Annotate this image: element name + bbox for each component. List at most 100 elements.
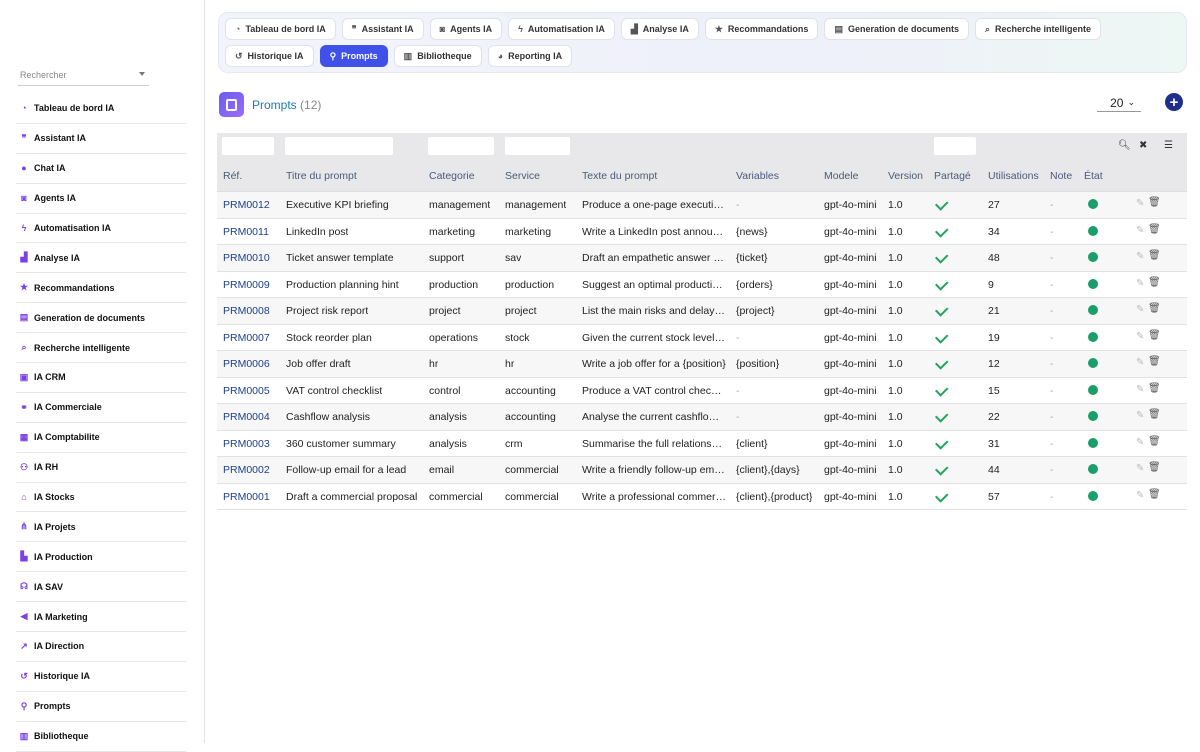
edit-icon[interactable]: ✎ (1136, 251, 1144, 262)
cell-ref[interactable]: PRM0003 (223, 438, 270, 450)
per-page-select[interactable]: 20 ⌄ (1097, 94, 1141, 112)
tab-assistant-ia[interactable]: ❞ Assistant IA (341, 18, 424, 40)
col-variables[interactable]: Variables (736, 170, 779, 182)
cell-ref[interactable]: PRM0006 (223, 358, 270, 370)
sidebar-search-select[interactable]: Rechercher (18, 66, 149, 86)
sidebar-item-ia-sav[interactable]: ☊ IA SAV (16, 572, 186, 603)
col-shared[interactable]: Partagé (934, 170, 971, 182)
col-uses[interactable]: Utilisations (988, 170, 1039, 182)
tab-tableau-de-bord-ia[interactable]: ◔ Tableau de bord IA (225, 18, 336, 40)
edit-icon[interactable]: ✎ (1136, 437, 1144, 448)
edit-icon[interactable]: ✎ (1136, 410, 1144, 421)
edit-icon[interactable]: ✎ (1136, 490, 1144, 501)
edit-icon[interactable]: ✎ (1136, 198, 1144, 209)
table-row[interactable]: PRM0012 Executive KPI briefing management m… (217, 192, 1187, 219)
tab-generation-de-documents[interactable]: ▤ Generation de documents (824, 18, 969, 40)
table-row[interactable]: PRM0004 Cashflow analysis analysis accounti… (217, 404, 1187, 431)
cell-ref[interactable]: PRM0009 (223, 279, 270, 291)
tab-prompts[interactable]: ⚲ Prompts (319, 45, 388, 67)
sidebar-item-ia-direction[interactable]: ↗ IA Direction (16, 632, 186, 662)
filter-category-input[interactable] (428, 137, 494, 155)
table-row[interactable]: PRM0003 360 customer summary analysis crm Su… (217, 430, 1187, 457)
sidebar-item-chat-ia[interactable]: ● Chat IA (16, 154, 186, 184)
tab-automatisation-ia[interactable]: ϟ Automatisation IA (508, 18, 615, 40)
table-row[interactable]: PRM0010 Ticket answer template support sav D… (217, 245, 1187, 272)
edit-icon[interactable]: ✎ (1136, 384, 1144, 395)
filter-shared-input[interactable] (934, 137, 976, 155)
sidebar-item-agents-ia[interactable]: ◙ Agents IA (16, 184, 186, 214)
filter-ref-input[interactable] (222, 137, 274, 155)
delete-icon[interactable]: 🗑︎ (1148, 277, 1161, 288)
cell-ref[interactable]: PRM0001 (223, 491, 270, 503)
table-row[interactable]: PRM0001 Draft a commercial proposal commer… (217, 483, 1187, 510)
sidebar-item-ia-production[interactable]: ▙ IA Production (16, 542, 186, 573)
delete-icon[interactable]: 🗑︎ (1148, 436, 1161, 447)
delete-icon[interactable]: 🗑︎ (1148, 383, 1161, 394)
cell-ref[interactable]: PRM0002 (223, 464, 270, 476)
sidebar-item-historique-ia[interactable]: ↺ Historique IA (16, 662, 186, 692)
tab-agents-ia[interactable]: ◙ Agents IA (429, 18, 503, 40)
edit-icon[interactable]: ✎ (1136, 463, 1144, 474)
col-service[interactable]: Service (505, 170, 540, 182)
filter-title-input[interactable] (285, 137, 393, 155)
delete-icon[interactable]: 🗑︎ (1148, 462, 1161, 473)
delete-icon[interactable]: 🗑︎ (1148, 409, 1161, 420)
sidebar-item-automatisation-ia[interactable]: ϟ Automatisation IA (16, 214, 186, 244)
delete-icon[interactable]: 🗑︎ (1148, 303, 1161, 314)
cell-ref[interactable]: PRM0010 (223, 252, 270, 264)
cell-ref[interactable]: PRM0004 (223, 411, 270, 423)
table-row[interactable]: PRM0007 Stock reorder plan operations stock… (217, 324, 1187, 351)
delete-icon[interactable]: 🗑︎ (1148, 330, 1161, 341)
table-row[interactable]: PRM0002 Follow-up email for a lead email co… (217, 457, 1187, 484)
cell-ref[interactable]: PRM0012 (223, 199, 270, 211)
col-text[interactable]: Texte du prompt (582, 170, 657, 182)
table-row[interactable]: PRM0005 VAT control checklist control accou… (217, 377, 1187, 404)
edit-icon[interactable]: ✎ (1136, 278, 1144, 289)
tab-analyse-ia[interactable]: ▟ Analyse IA (620, 18, 699, 40)
tab-bibliotheque[interactable]: ▥ Bibliotheque (393, 45, 482, 67)
column-list-icon[interactable]: ☰ (1164, 140, 1173, 151)
sidebar-item-ia-marketing[interactable]: ◀ IA Marketing (16, 602, 186, 633)
sidebar-item-ia-rh[interactable]: ⚇ IA RH (16, 453, 186, 483)
col-ref[interactable]: Réf. (223, 170, 242, 182)
sidebar-item-recommandations[interactable]: ★ Recommandations (16, 273, 186, 304)
delete-icon[interactable]: 🗑︎ (1148, 224, 1161, 235)
clear-filter-icon[interactable]: ✖ (1139, 140, 1147, 151)
sidebar-item-recherche-intelligente[interactable]: ⌕ Recherche intelligente (16, 333, 186, 364)
cell-ref[interactable]: PRM0005 (223, 385, 270, 397)
sidebar-item-bibliotheque[interactable]: ▥ Bibliotheque (16, 722, 186, 752)
tab-recherche-intelligente[interactable]: ⌕ Recherche intelligente (974, 18, 1102, 40)
sidebar-item-ia-crm[interactable]: ▣ IA CRM (16, 363, 186, 393)
delete-icon[interactable]: 🗑︎ (1148, 489, 1161, 500)
search-icon[interactable]: 🔍︎ (1118, 140, 1131, 151)
tab-recommandations[interactable]: ★ Recommandations (704, 18, 819, 40)
cell-ref[interactable]: PRM0007 (223, 332, 270, 344)
col-status[interactable]: État (1084, 170, 1103, 182)
sidebar-item-ia-projets[interactable]: ⋔ IA Projets (16, 512, 186, 543)
cell-ref[interactable]: PRM0011 (223, 226, 269, 238)
table-row[interactable]: PRM0008 Project risk report project project… (217, 298, 1187, 325)
edit-icon[interactable]: ✎ (1136, 225, 1144, 236)
sidebar-item-generation-de-documents[interactable]: ▤ Generation de documents (16, 303, 186, 334)
delete-icon[interactable]: 🗑︎ (1148, 356, 1161, 367)
caret-down-icon[interactable] (139, 72, 145, 76)
add-prompt-button[interactable]: + (1165, 93, 1183, 111)
sidebar-item-ia-commerciale[interactable]: ⚭ IA Commerciale (16, 393, 186, 423)
sidebar-item-ia-stocks[interactable]: ⌂ IA Stocks (16, 483, 186, 513)
tab-reporting-ia[interactable]: ◕ Reporting IA (487, 45, 573, 67)
col-title[interactable]: Titre du prompt (286, 170, 357, 182)
sidebar-item-assistant-ia[interactable]: ❞ Assistant IA (16, 124, 186, 154)
delete-icon[interactable]: 🗑︎ (1148, 197, 1161, 208)
col-model[interactable]: Modele (824, 170, 858, 182)
filter-service-input[interactable] (505, 137, 570, 155)
delete-icon[interactable]: 🗑︎ (1148, 250, 1161, 261)
table-row[interactable]: PRM0011 LinkedIn post marketing marketing Wr… (217, 218, 1187, 245)
sidebar-item-ia-comptabilite[interactable]: ▦ IA Comptabilite (16, 423, 186, 453)
col-version[interactable]: Version (888, 170, 923, 182)
col-category[interactable]: Categorie (429, 170, 475, 182)
cell-ref[interactable]: PRM0008 (223, 305, 270, 317)
sidebar-item-prompts[interactable]: ⚲ Prompts (16, 692, 186, 722)
col-note[interactable]: Note (1050, 170, 1072, 182)
table-row[interactable]: PRM0006 Job offer draft hr hr Write a job of… (217, 351, 1187, 378)
table-row[interactable]: PRM0009 Production planning hint productio… (217, 271, 1187, 298)
